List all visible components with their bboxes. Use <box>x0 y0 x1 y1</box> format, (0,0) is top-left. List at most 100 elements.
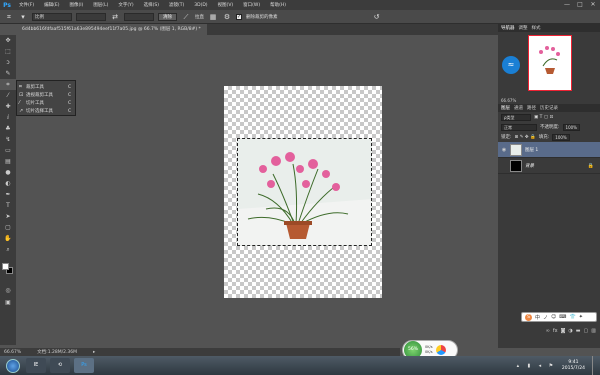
menu-help[interactable]: 帮助(H) <box>265 2 291 8</box>
opacity-field[interactable]: 100% <box>562 123 580 131</box>
zoom-level[interactable]: 66.67% <box>4 350 21 355</box>
ratio-select[interactable]: 比例 <box>32 12 72 21</box>
menu-select[interactable]: 选择(S) <box>139 2 164 8</box>
taskbar-app[interactable]: ⟲ <box>50 358 70 373</box>
maximize-button[interactable]: □ <box>575 1 585 9</box>
tab-navigator[interactable]: 导航器 <box>501 25 515 31</box>
taskbar-photoshop[interactable]: Ps <box>74 358 94 373</box>
quick-select-tool-icon[interactable]: ✎ <box>0 68 16 79</box>
folder-icon[interactable]: ▬ <box>576 328 581 334</box>
move-tool-icon[interactable]: ✥ <box>0 35 16 46</box>
marquee-tool-icon[interactable]: ⬚ <box>0 46 16 57</box>
crop-tool-icon[interactable]: ⌗ <box>4 12 14 22</box>
swap-icon[interactable]: ⇄ <box>110 12 120 22</box>
type-tool-icon[interactable]: T <box>0 200 16 211</box>
pen-tool-icon[interactable]: ✒ <box>0 189 16 200</box>
taskbar-ie[interactable]: IE <box>26 358 46 373</box>
menu-3d[interactable]: 3D(D) <box>189 3 212 8</box>
hand-tool-icon[interactable]: ✋ <box>0 233 16 244</box>
fill-field[interactable]: 100% <box>552 133 570 141</box>
stamp-tool-icon[interactable]: ♣ <box>0 123 16 134</box>
volume-icon[interactable]: ◂ <box>536 362 544 370</box>
close-button[interactable]: ✕ <box>588 1 598 9</box>
new-layer-icon[interactable]: ▢ <box>584 328 589 334</box>
tab-adjustments[interactable]: 调整 <box>519 25 528 31</box>
crop-selection[interactable] <box>237 138 372 246</box>
flag-icon[interactable]: ⚑ <box>547 362 555 370</box>
dodge-tool-icon[interactable]: ◐ <box>0 178 16 189</box>
foreground-color-swatch[interactable] <box>2 263 9 270</box>
tab-channels[interactable]: 通道 <box>514 105 523 111</box>
chevron-down-icon[interactable]: ▾ <box>18 12 28 22</box>
gradient-tool-icon[interactable]: ▤ <box>0 156 16 167</box>
minimize-button[interactable]: — <box>562 1 572 9</box>
tab-paths[interactable]: 路径 <box>527 105 536 111</box>
crop-tool-icon[interactable]: ⌗ <box>0 79 16 90</box>
flyout-item-slice[interactable]: ⁄ 切片工具 C <box>19 99 73 107</box>
blur-tool-icon[interactable]: ● <box>0 167 16 178</box>
menu-type[interactable]: 文字(Y) <box>113 2 138 8</box>
shape-tool-icon[interactable]: ▢ <box>0 222 16 233</box>
tray-up-icon[interactable]: ▴ <box>514 362 522 370</box>
eraser-tool-icon[interactable]: ▭ <box>0 145 16 156</box>
width-field[interactable] <box>76 12 106 21</box>
path-select-tool-icon[interactable]: ➤ <box>0 211 16 222</box>
wifi-share-icon[interactable]: ≈ <box>502 56 520 74</box>
blend-mode-select[interactable]: 正常 <box>501 123 537 131</box>
reset-icon[interactable]: ↺ <box>372 12 382 22</box>
show-desktop-button[interactable] <box>592 356 598 375</box>
mask-icon[interactable]: ◙ <box>561 328 566 334</box>
sogou-logo[interactable]: S <box>525 313 532 321</box>
menu-file[interactable]: 文件(F) <box>14 2 39 8</box>
trash-icon[interactable]: ▥ <box>591 328 596 334</box>
document-tab[interactable]: 6d4bb616fdfaaf515f61a63e895494eef11f7a05… <box>16 24 207 35</box>
photoshop-logo[interactable]: Ps <box>0 0 14 10</box>
lasso-tool-icon[interactable]: ↄ <box>0 57 16 68</box>
layer-row-layer1[interactable]: ◉ 图层 1 <box>498 142 600 158</box>
menu-filter[interactable]: 滤镜(T) <box>164 2 189 8</box>
menu-edit[interactable]: 编辑(E) <box>39 2 64 8</box>
adjustment-icon[interactable]: ◑ <box>568 328 572 334</box>
history-brush-icon[interactable]: ↯ <box>0 134 16 145</box>
lock-icons[interactable]: ⊞ ✎ ✥ 🔒 <box>515 135 536 140</box>
brush-tool-icon[interactable]: ⅈ <box>0 112 16 123</box>
status-menu-icon[interactable]: ▸ <box>93 350 95 355</box>
start-button[interactable] <box>6 358 20 373</box>
straighten-label[interactable]: 拉直 <box>195 14 204 20</box>
layer-name[interactable]: 背景 <box>525 163 585 169</box>
screen-mode-icon[interactable]: ▣ <box>0 297 16 308</box>
ime-punctuation[interactable]: ノ <box>543 314 548 321</box>
ime-keyboard[interactable]: ⌨ <box>559 314 566 320</box>
tab-styles[interactable]: 样式 <box>532 25 541 31</box>
filter-icons[interactable]: ▣ T ▢ ⊡ <box>534 115 553 120</box>
grid-overlay-icon[interactable]: ▦ <box>208 12 218 22</box>
navigator-thumbnail[interactable] <box>528 35 572 91</box>
flyout-item-crop[interactable]: ⌗ 裁剪工具 C <box>19 83 73 91</box>
flyout-item-slice-select[interactable]: ↗ 切片选择工具 C <box>19 107 73 115</box>
tab-history[interactable]: 历史记录 <box>540 105 558 111</box>
network-icon[interactable]: ▮ <box>525 362 533 370</box>
layer-name[interactable]: 图层 1 <box>525 147 600 153</box>
eye-icon[interactable]: ◉ <box>501 147 507 153</box>
ime-chinese-mode[interactable]: 中 <box>535 314 540 321</box>
height-field[interactable] <box>124 12 154 21</box>
menu-view[interactable]: 视图(V) <box>213 2 239 8</box>
zoom-tool-icon[interactable]: ⌕ <box>0 244 16 255</box>
ime-tools[interactable]: ✦ <box>579 314 583 320</box>
eyedropper-tool-icon[interactable]: ⁄ <box>0 90 16 101</box>
clock[interactable]: 9:41 2015/7/24 <box>558 360 589 372</box>
ime-emoji[interactable]: ☺ <box>551 314 556 320</box>
delete-cropped-checkbox[interactable]: ✓ <box>236 13 242 20</box>
link-icon[interactable]: ∞ <box>546 328 550 334</box>
tab-layers[interactable]: 图层 <box>501 105 510 111</box>
healing-tool-icon[interactable]: ✚ <box>0 101 16 112</box>
menu-image[interactable]: 图像(I) <box>64 2 88 8</box>
menu-window[interactable]: 窗口(W) <box>238 2 265 8</box>
layer-filter-select[interactable]: ρ类型 <box>501 113 531 121</box>
gear-icon[interactable]: ⚙ <box>222 12 232 22</box>
ime-skin[interactable]: 👕 <box>569 314 575 320</box>
flyout-item-perspective-crop[interactable]: ⊡ 透视裁剪工具 C <box>19 91 73 99</box>
straighten-icon[interactable]: ⟋ <box>181 12 191 22</box>
layer-row-background[interactable]: 背景 🔒 <box>498 158 600 174</box>
fx-icon[interactable]: fx <box>553 328 558 334</box>
